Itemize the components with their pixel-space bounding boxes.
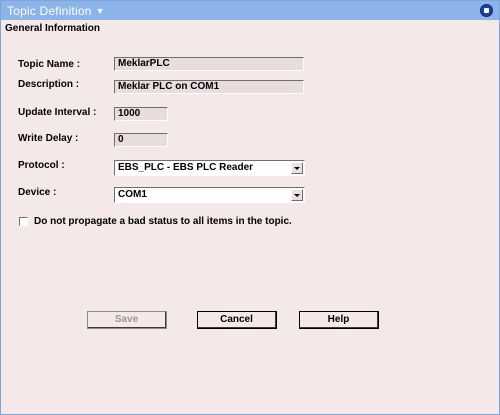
title-bar: Topic Definition ▼ bbox=[1, 1, 499, 20]
window-title: Topic Definition bbox=[7, 3, 92, 18]
topic-name-label: Topic Name : bbox=[18, 59, 81, 70]
protocol-selected-value: EBS_PLC - EBS PLC Reader bbox=[118, 162, 254, 173]
protocol-select[interactable]: EBS_PLC - EBS PLC Reader bbox=[114, 160, 305, 176]
topic-definition-window: Topic Definition ▼ General Information T… bbox=[0, 0, 500, 415]
write-delay-field[interactable]: 0 bbox=[114, 133, 168, 147]
protocol-dropdown-icon[interactable] bbox=[291, 162, 303, 174]
description-label: Description : bbox=[18, 79, 80, 90]
cancel-button[interactable]: Cancel bbox=[197, 311, 277, 329]
chevron-down-icon[interactable]: ▼ bbox=[96, 6, 105, 16]
device-label: Device : bbox=[18, 187, 57, 198]
pin-icon[interactable] bbox=[480, 4, 493, 17]
help-button[interactable]: Help bbox=[299, 311, 379, 329]
device-dropdown-icon[interactable] bbox=[291, 189, 303, 201]
description-field[interactable]: Meklar PLC on COM1 bbox=[114, 80, 304, 94]
write-delay-label: Write Delay : bbox=[18, 133, 79, 144]
section-title: General Information bbox=[5, 23, 101, 34]
propagate-option[interactable]: Do not propagate a bad status to all ite… bbox=[19, 216, 292, 227]
update-interval-label: Update Interval : bbox=[18, 107, 97, 118]
propagate-checkbox[interactable] bbox=[19, 217, 28, 226]
propagate-label: Do not propagate a bad status to all ite… bbox=[34, 216, 292, 227]
update-interval-field[interactable]: 1000 bbox=[114, 107, 168, 121]
save-button[interactable]: Save bbox=[87, 311, 167, 329]
device-select[interactable]: COM1 bbox=[114, 187, 305, 203]
device-selected-value: COM1 bbox=[118, 189, 147, 200]
protocol-label: Protocol : bbox=[18, 160, 65, 171]
topic-name-field[interactable]: MeklarPLC bbox=[114, 57, 304, 71]
